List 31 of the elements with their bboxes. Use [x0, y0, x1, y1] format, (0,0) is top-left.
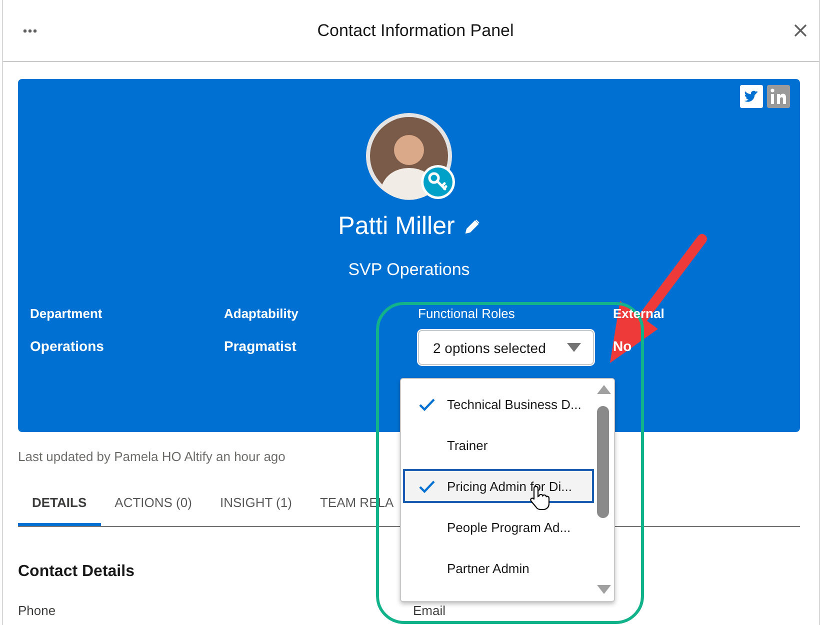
contact-name: Patti Miller [338, 212, 455, 240]
scroll-down-icon[interactable] [597, 585, 611, 594]
role-option[interactable]: Technical Business D... [403, 387, 594, 421]
field-label: Department [30, 306, 102, 322]
edit-icon[interactable] [464, 218, 480, 234]
tab[interactable]: DETAILS [18, 481, 101, 526]
role-option[interactable]: People Program Ad... [403, 510, 594, 544]
functional-roles-dropdown[interactable]: 2 options selected [418, 330, 594, 365]
tab[interactable]: INSIGHT (1) [206, 481, 306, 526]
field-label: Phone [18, 603, 57, 618]
contact-title: SVP Operations [347, 260, 471, 280]
field-label: Email [413, 603, 447, 618]
more-options-icon[interactable] [23, 28, 37, 32]
tab[interactable]: ACTIONS (0) [100, 481, 206, 526]
field-label: Adaptability [224, 306, 298, 322]
linkedin-icon[interactable] [767, 85, 790, 108]
close-icon[interactable] [794, 24, 807, 37]
role-option[interactable]: Partner Admin [403, 551, 594, 585]
section-heading: Contact Details [18, 563, 134, 582]
field-value: Pragmatist [224, 338, 296, 356]
key-icon [420, 164, 456, 200]
field-label: Functional Roles [418, 306, 515, 322]
scroll-up-icon[interactable] [597, 385, 611, 394]
role-option[interactable]: Trainer [403, 428, 594, 462]
scrollbar-thumb[interactable] [597, 406, 609, 518]
last-updated-text: Last updated by Pamela HO Altify an hour ago [18, 449, 286, 465]
panel-title: Contact Information Panel [316, 20, 515, 40]
twitter-icon[interactable] [740, 85, 763, 108]
field-value: No [613, 338, 632, 356]
caret-icon [567, 343, 581, 352]
field-value: Operations [30, 338, 104, 356]
